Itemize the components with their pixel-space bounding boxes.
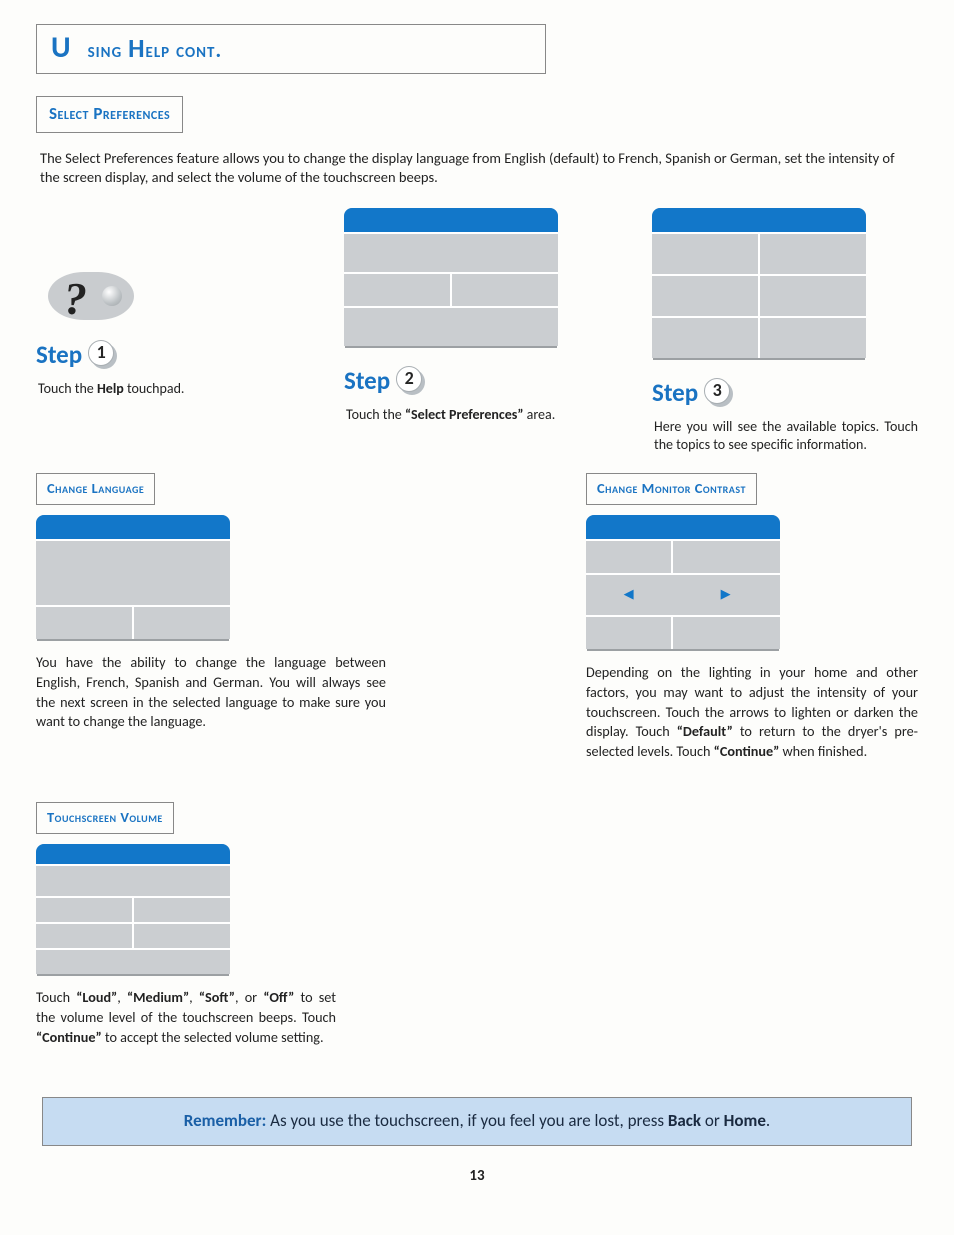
lang-header: Change Language xyxy=(47,479,144,499)
volume-header-box: Touchscreen Volume xyxy=(36,802,174,834)
page-number: 13 xyxy=(36,1166,918,1186)
reminder-box: Remember: As you use the touchscreen, if… xyxy=(42,1097,912,1146)
details-row-1: Change Language You have the ability to … xyxy=(36,473,918,762)
step-2-label: Step 2 xyxy=(344,364,610,398)
step-2-text: Touch the “Select Preferences” area. xyxy=(346,406,610,425)
change-contrast-block: Change Monitor Contrast ◀ ▶ Depending on… xyxy=(586,473,918,762)
question-mark-icon: ? xyxy=(64,268,87,330)
step-1-label: Step 1 xyxy=(36,338,302,372)
contrast-paragraph: Depending on the lighting in your home a… xyxy=(586,663,918,762)
contrast-header-box: Change Monitor Contrast xyxy=(586,473,757,505)
page-title: UUsing Help cont.sing Help cont. xyxy=(51,35,531,65)
step-1-text: Touch the Help touchpad. xyxy=(38,380,302,399)
section-title-box: Select Preferences xyxy=(36,96,183,133)
change-language-block: Change Language You have the ability to … xyxy=(36,473,386,762)
step-1-column: ? Step 1 Touch the Help touchpad. xyxy=(36,212,302,456)
page-title-box: UUsing Help cont.sing Help cont. xyxy=(36,24,546,74)
step-3-screen xyxy=(652,208,866,358)
step-3-label: Step 3 xyxy=(652,376,918,410)
help-touchpad-icon: ? xyxy=(48,272,134,320)
contrast-screen: ◀ ▶ xyxy=(586,515,780,649)
step-2-number: 2 xyxy=(396,366,426,396)
steps-row: ? Step 1 Touch the Help touchpad. Step 2 xyxy=(36,212,918,456)
step-2-column: Step 2 Touch the “Select Preferences” ar… xyxy=(344,208,610,456)
section-title: Select Preferences xyxy=(49,103,170,126)
reminder-label: Remember: xyxy=(184,1110,267,1131)
volume-screen xyxy=(36,844,230,974)
arrow-left-icon: ◀ xyxy=(586,575,671,615)
step-3-text: Here you will see the available topics. … xyxy=(654,418,918,456)
intro-paragraph: The Select Preferences feature allows yo… xyxy=(40,149,914,188)
touchscreen-volume-block: Touchscreen Volume Touch “Loud”, “Medium… xyxy=(36,802,356,1047)
light-icon xyxy=(102,286,122,306)
arrow-right-icon: ▶ xyxy=(671,575,780,615)
volume-paragraph: Touch “Loud”, “Medium”, “Soft”, or “Off”… xyxy=(36,988,336,1048)
step-3-column: Step 3 Here you will see the available t… xyxy=(652,208,918,456)
step-3-number: 3 xyxy=(704,378,734,408)
step-2-screen xyxy=(344,208,558,346)
lang-screen xyxy=(36,515,230,639)
contrast-header: Change Monitor Contrast xyxy=(597,479,746,499)
volume-header: Touchscreen Volume xyxy=(47,808,163,828)
step-1-number: 1 xyxy=(88,340,118,370)
lang-header-box: Change Language xyxy=(36,473,155,505)
lang-paragraph: You have the ability to change the langu… xyxy=(36,653,386,733)
